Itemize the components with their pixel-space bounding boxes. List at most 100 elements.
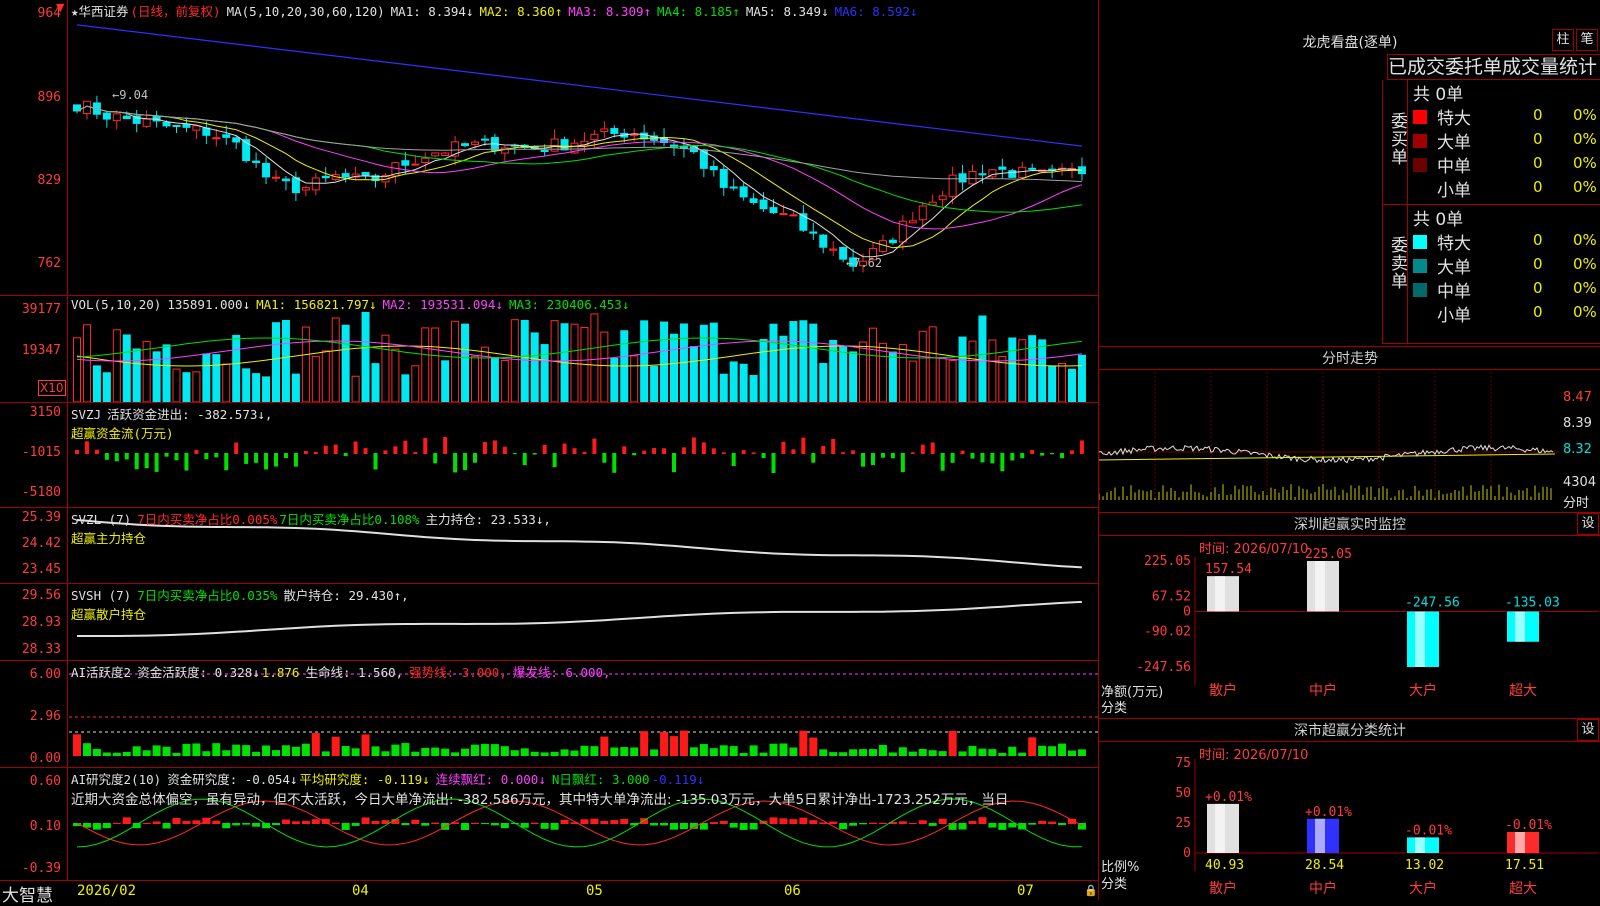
activity-bar <box>232 744 241 756</box>
activity-bar <box>1058 743 1067 756</box>
volume-bar <box>1048 366 1057 403</box>
flow-bar <box>403 440 408 454</box>
flow-bar <box>313 451 318 454</box>
y-tick-label: 0 <box>1183 846 1191 861</box>
candle-body <box>998 166 1007 170</box>
svzl-subtitle: 超赢主力持仓 <box>71 531 147 546</box>
category-label: 中户 <box>1309 682 1337 699</box>
ma3-value: MA3: 8.309↑ <box>568 4 652 19</box>
flow-bar <box>592 438 597 454</box>
fenshi-panel[interactable]: 8.47 8.39 8.32 4304 分时 <box>1098 372 1600 512</box>
volume-pane[interactable]: 39177 19347 X10 VOL(5,10,20) 135891.000↓ M… <box>0 295 1098 403</box>
research-bar <box>978 817 987 824</box>
fenshi-tick: 8.32 <box>1563 442 1592 457</box>
volume-bar <box>182 372 191 403</box>
activity-bar <box>162 746 171 756</box>
research-bar <box>829 821 838 824</box>
fl-settings-button[interactable]: 设 <box>1577 719 1599 741</box>
flow-bar <box>861 453 866 467</box>
bottom-value-label: 40.93 <box>1205 858 1244 873</box>
order-percent: 0% <box>1573 303 1597 321</box>
flow-bar <box>622 446 627 454</box>
order-count: 0 <box>1533 106 1543 124</box>
bar-mode-button[interactable]: 柱 <box>1552 29 1574 51</box>
ai-activity-pane[interactable]: 6.00 2.96 0.00 AI活跃度2 资金活跃度: 0.328↓ 1.876 生… <box>0 660 1098 767</box>
candle-body <box>102 112 111 120</box>
ai2-comment: 近期大资金总体偏空，虽有异动，但不太活跃，今日大单净流出: -382.586万元… <box>71 792 1009 808</box>
volume-bar <box>859 341 868 403</box>
flow-bar <box>473 453 477 463</box>
activity-bar <box>988 749 997 756</box>
volume-bar <box>441 360 450 403</box>
research-bar <box>729 823 738 828</box>
ai-research-pane[interactable]: 0.60 0.10 -0.39 AI研究度2(10) 资金研究度: -0.054↓… <box>0 767 1098 880</box>
activity-bar <box>699 744 708 756</box>
research-bar <box>709 822 718 824</box>
buy-total: 共 0单 <box>1413 85 1464 105</box>
research-bar <box>172 817 181 824</box>
volume-bar <box>689 346 698 403</box>
volume-bar <box>809 323 818 403</box>
flow-bar <box>741 450 746 454</box>
research-bar <box>878 822 887 824</box>
ai1-t1: 资金活跃度: 0.328↓ <box>137 665 260 680</box>
color-swatch <box>1413 133 1427 148</box>
activity-bar <box>550 751 559 756</box>
lock-icon[interactable]: 🔒 <box>1084 884 1098 897</box>
research-bar <box>102 823 111 829</box>
volume-bar <box>291 373 300 403</box>
tick-mode-button[interactable]: 笔 <box>1576 29 1598 51</box>
kline-pane[interactable]: 964 896 829 762 ▼ ★华西证券 (日线，前复权) MA(5,10,2… <box>0 0 1098 295</box>
candle-body <box>411 163 420 166</box>
svzj-pane[interactable]: 3150 -1015 -5180 SVZJ 活跃资金进出: -382.573↓, 超… <box>0 402 1098 507</box>
period-mode[interactable]: (日线，前复权) <box>131 4 221 19</box>
activity-bar <box>132 746 141 756</box>
flow-bar <box>632 453 637 456</box>
flow-bar <box>104 453 109 460</box>
research-bar <box>789 819 798 824</box>
category-label: 散户 <box>1209 880 1237 897</box>
volume-bar <box>908 360 917 403</box>
volume-bar <box>1077 354 1086 403</box>
svsh-pane[interactable]: 29.56 28.93 28.33 SVSH (7) 7日内买卖净占比0.035%… <box>0 583 1098 660</box>
ma-line <box>76 105 1082 183</box>
flow-bar <box>801 437 806 454</box>
flow-bar <box>234 442 239 454</box>
flow-bar <box>572 448 577 454</box>
research-bar <box>799 817 808 824</box>
activity-bar <box>451 752 460 756</box>
flow-bar <box>771 453 776 473</box>
order-table: 委买单 共 0单 特大 0 0% 大单 0 0% 中单 0 0% 小单 0 0% 委卖单 共 0单 特… <box>1382 80 1600 344</box>
svzl-pane[interactable]: 25.39 24.42 23.45 SVZL (7) 7日内买卖净占比0.005%… <box>0 507 1098 583</box>
volume-bar <box>232 334 241 403</box>
category-label: 大户 <box>1409 880 1437 897</box>
sz-settings-button[interactable]: 设 <box>1577 513 1599 535</box>
bottom-value-label: 28.54 <box>1305 858 1344 873</box>
stock-name[interactable]: ★华西证券 <box>71 4 129 19</box>
volume-bar <box>600 331 609 403</box>
flow-bar <box>652 447 657 454</box>
sz-class-bar-chart: 75 50 25 0 +0.01% 散户 40.93 +0.01% 中户 28.54 -0.01% 大… <box>1175 756 1599 897</box>
activity-bar <box>749 745 758 756</box>
flow-bar <box>482 441 487 454</box>
activity-bar <box>1018 752 1027 756</box>
candle-body <box>441 152 450 156</box>
flow-bar <box>721 452 726 454</box>
flow-bar <box>502 446 507 454</box>
activity-bar <box>530 751 539 756</box>
volume-bar <box>540 344 549 403</box>
activity-bar <box>192 743 201 756</box>
flow-bar <box>343 453 348 457</box>
volume-bar <box>361 311 370 403</box>
activity-bar <box>759 752 768 756</box>
flow-bar <box>831 439 836 454</box>
activity-bar <box>341 746 350 756</box>
activity-bar <box>1028 737 1037 756</box>
flow-bar <box>1079 440 1084 454</box>
volume-bar <box>530 332 539 403</box>
volume-bar <box>371 363 380 403</box>
volume-bar <box>799 320 808 403</box>
color-swatch <box>1413 307 1427 321</box>
order-count: 0 <box>1533 279 1543 297</box>
stats-header: 已成交委托单成交量统计 <box>1387 54 1600 80</box>
